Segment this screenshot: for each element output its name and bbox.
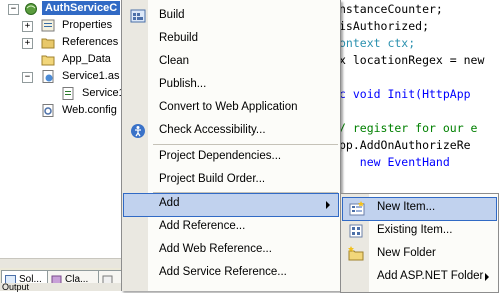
references-folder-icon — [41, 38, 55, 49]
submenu-item-label: Existing Item... — [377, 224, 453, 236]
new-folder-icon — [348, 246, 364, 261]
submenu-arrow-icon — [326, 201, 330, 209]
tree-root-row[interactable]: − AuthServiceC — [0, 0, 122, 17]
menu-item-add-reference[interactable]: Add Reference... — [123, 216, 339, 238]
submenu-item-add-asp-net-folder[interactable]: Add ASP.NET Folder — [342, 266, 497, 288]
submenu-item-label: New Folder — [377, 247, 436, 259]
existing-item-icon — [349, 224, 363, 238]
tree-item-label: Properties — [62, 19, 113, 31]
menu-item-add[interactable]: Add — [123, 193, 339, 217]
project-root-label[interactable]: AuthServiceC — [42, 1, 121, 15]
expand-icon[interactable]: + — [22, 21, 33, 32]
tree-item-service1-asmx[interactable]: − Service1.as — [0, 68, 122, 85]
menu-item-project-dependencies[interactable]: Project Dependencies... — [123, 146, 339, 168]
menu-item-label: Publish... — [159, 78, 207, 90]
code-line: nstanceCounter; — [339, 2, 443, 16]
config-file-icon — [42, 104, 54, 117]
menu-item-build[interactable]: Build — [123, 5, 339, 27]
build-icon — [130, 9, 146, 23]
menu-item-label: Project Build Order... — [159, 173, 266, 185]
menu-item-label: Add Reference... — [159, 220, 246, 232]
menu-item-label: Build — [159, 9, 185, 21]
tree-item-app-data[interactable]: App_Data — [0, 51, 122, 68]
menu-item-label: Clean — [159, 55, 190, 67]
menu-item-label: Check Accessibility... — [159, 124, 266, 136]
code-line: x locationRegex = new — [339, 53, 485, 67]
add-submenu: New Item... Existing Item... New Folder … — [340, 193, 499, 293]
menu-item-clean[interactable]: Clean — [123, 51, 339, 73]
tree-item-references[interactable]: + References — [0, 34, 122, 51]
accessibility-icon — [131, 124, 145, 138]
code-file-icon — [62, 87, 74, 100]
code-line: ontext ctx; — [339, 36, 416, 50]
menu-item-label: Add — [159, 197, 180, 209]
tree-item-properties[interactable]: + Properties — [0, 17, 122, 34]
submenu-item-existing-item[interactable]: Existing Item... — [342, 220, 497, 242]
horizontal-scrollbar[interactable] — [0, 258, 122, 268]
tree-item-label: Service1 — [82, 87, 125, 99]
collapse-icon[interactable]: − — [8, 4, 19, 15]
expand-icon[interactable]: + — [22, 38, 33, 49]
menu-item-check-accessibility[interactable]: Check Accessibility... — [123, 120, 339, 142]
tree-item-web-config[interactable]: Web.config — [0, 102, 122, 119]
submenu-item-new-folder[interactable]: New Folder — [342, 243, 497, 265]
submenu-arrow-icon — [485, 273, 489, 281]
submenu-item-label: Add ASP.NET Folder — [377, 270, 484, 282]
menu-item-label: Convert to Web Application — [159, 101, 298, 113]
tree-item-label: Service1.as — [62, 70, 120, 82]
properties-icon — [41, 19, 55, 32]
web-project-icon — [25, 3, 37, 15]
project-context-menu: Build Rebuild Clean Publish... Convert t… — [121, 0, 341, 291]
new-item-icon — [349, 201, 365, 216]
web-service-file-icon — [42, 70, 54, 83]
menu-item-label: Add Service Reference... — [159, 266, 287, 278]
menu-item-add-web-reference[interactable]: Add Web Reference... — [123, 239, 339, 261]
code-line: isAuthorized; — [339, 19, 430, 33]
menu-item-label: Add Web Reference... — [159, 243, 272, 255]
collapse-icon[interactable]: − — [22, 72, 33, 83]
menu-item-project-build-order[interactable]: Project Build Order... — [123, 169, 339, 191]
output-window-title[interactable]: Output — [0, 283, 124, 292]
menu-item-add-service-reference[interactable]: Add Service Reference... — [123, 262, 339, 284]
menu-separator — [153, 144, 338, 145]
tree-item-label: App_Data — [62, 53, 111, 65]
menu-item-label: Rebuild — [159, 32, 198, 44]
solution-explorer: − AuthServiceC + Properties + References… — [0, 0, 140, 292]
tree-item-label: Web.config — [62, 104, 117, 116]
submenu-item-new-item[interactable]: New Item... — [342, 197, 497, 221]
menu-item-rebuild[interactable]: Rebuild — [123, 28, 339, 50]
menu-item-label: Project Dependencies... — [159, 150, 282, 162]
code-line: pp.AddOnAuthorizeRe — [339, 138, 471, 152]
menu-item-publish[interactable]: Publish... — [123, 74, 339, 96]
tree-item-service1-code[interactable]: Service1 — [0, 85, 125, 102]
tree-item-label: References — [62, 36, 119, 48]
menu-item-convert-to-web-application[interactable]: Convert to Web Application — [123, 97, 339, 119]
folder-icon — [41, 55, 55, 66]
code-line: new EventHand — [339, 155, 450, 169]
code-line: c void Init(HttpApp — [339, 87, 471, 101]
code-line: / register for our e — [339, 121, 478, 135]
submenu-item-label: New Item... — [377, 201, 436, 213]
